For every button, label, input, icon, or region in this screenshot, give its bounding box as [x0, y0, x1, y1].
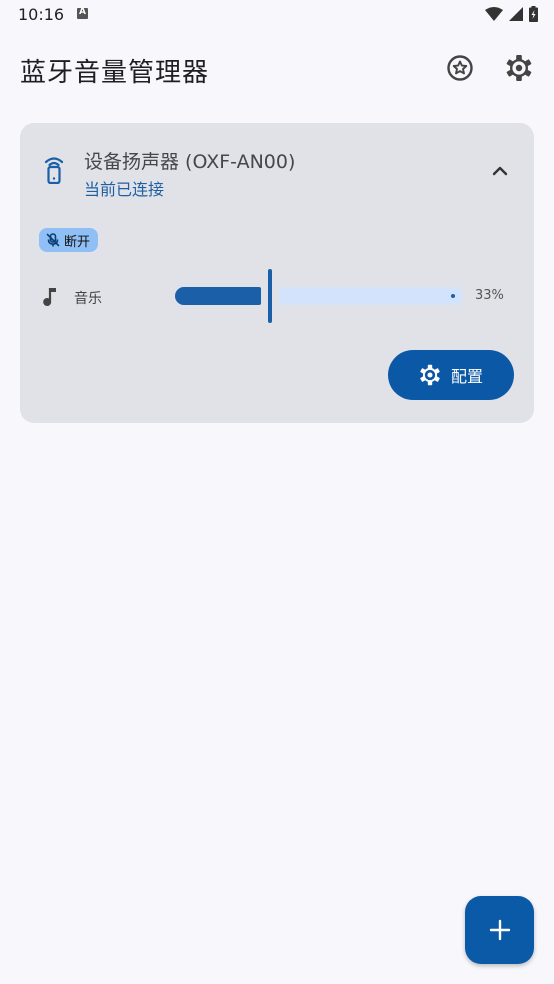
volume-percent: 33% — [475, 288, 504, 303]
slider-thumb[interactable] — [268, 269, 272, 323]
mic-off-icon — [46, 233, 60, 247]
phone-speaker-icon — [44, 157, 64, 184]
settings-button[interactable] — [504, 53, 534, 83]
device-card: 设备扬声器 (OXF-AN00) 当前已连接 断开 音乐 33% 配置 — [20, 123, 534, 423]
disconnect-chip[interactable]: 断开 — [39, 228, 99, 252]
favorite-button[interactable] — [445, 53, 475, 83]
gear-icon — [420, 364, 440, 386]
signal-icon — [509, 7, 523, 21]
battery-charging-icon — [529, 6, 538, 22]
slider-inactive-track — [279, 287, 463, 305]
plus-icon — [489, 919, 510, 941]
star-icon — [447, 55, 473, 81]
app-screen: 10:16 蓝牙音量管理器 — [0, 0, 554, 984]
status-icons — [485, 6, 538, 22]
status-time: 10:16 — [18, 5, 65, 24]
add-device-fab[interactable] — [465, 896, 534, 964]
device-name: 设备扬声器 (OXF-AN00) — [84, 151, 296, 173]
app-title: 蓝牙音量管理器 — [20, 58, 210, 88]
status-bar: 10:16 — [0, 0, 554, 32]
music-note-icon — [43, 288, 56, 306]
collapse-button[interactable] — [488, 159, 512, 183]
slider-stop-indicator — [451, 294, 455, 298]
slider-active-track — [175, 287, 261, 305]
chevron-up-icon — [492, 166, 508, 176]
music-label: 音乐 — [74, 291, 102, 307]
connection-status: 当前已连接 — [84, 180, 165, 199]
gear-icon — [506, 55, 532, 81]
config-button[interactable]: 配置 — [388, 350, 514, 400]
disconnect-label: 断开 — [64, 234, 91, 250]
wifi-icon — [485, 7, 503, 21]
a-notification-icon — [77, 7, 88, 19]
gesture-bar — [0, 976, 554, 984]
config-button-label: 配置 — [450, 367, 483, 386]
volume-slider[interactable] — [175, 269, 465, 323]
